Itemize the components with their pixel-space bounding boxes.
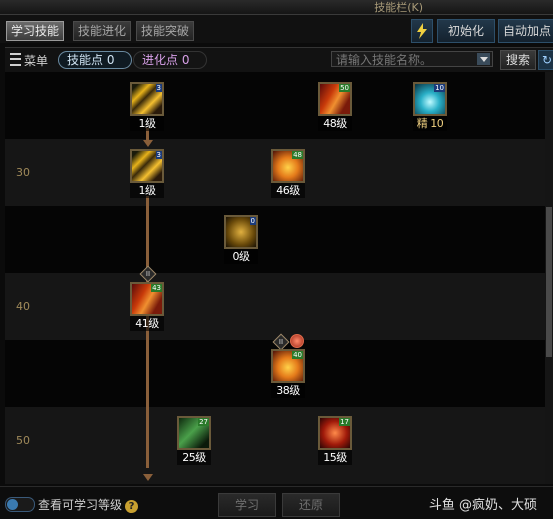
- skill-level: 1级: [130, 115, 164, 131]
- refresh-icon[interactable]: ↻: [538, 50, 553, 70]
- show-learnable-label: 查看可学习等级?: [38, 496, 139, 513]
- tab-learn-skill[interactable]: 学习技能: [6, 21, 65, 41]
- skill-level: 1级: [130, 182, 164, 198]
- skill-slot[interactable]: 50 48级: [318, 82, 352, 131]
- arrow-down-icon: [143, 140, 153, 147]
- lightning-icon[interactable]: [411, 19, 433, 43]
- skill-points-badge: 技能点 0: [58, 51, 132, 69]
- lightning-skill-icon: 3: [130, 82, 164, 116]
- skill-slot[interactable]: 27 25级: [177, 416, 211, 465]
- tree-row: 50: [5, 407, 545, 484]
- watermark: 斗鱼 @疯奶、大硕: [428, 498, 537, 513]
- level-label: 30: [16, 166, 30, 179]
- restore-button[interactable]: 还原: [282, 493, 340, 517]
- swirl-icon: [290, 334, 304, 348]
- level-label: 40: [16, 300, 30, 313]
- claw-skill-icon: 48: [271, 149, 305, 183]
- footer: 查看可学习等级? 学习 还原 斗鱼 @疯奶、大硕: [0, 486, 553, 519]
- skill-level: 38级: [271, 382, 305, 398]
- skill-slot[interactable]: 43 41级: [130, 282, 164, 331]
- search-button[interactable]: 搜索: [500, 50, 536, 70]
- skill-level: 46级: [271, 182, 305, 198]
- level-label: 50: [16, 434, 30, 447]
- skill-level: 48级: [318, 115, 352, 131]
- learn-button[interactable]: 学习: [218, 493, 276, 517]
- arrow-down-icon: [143, 474, 153, 481]
- skill-level: 0级: [224, 248, 258, 264]
- skill-slot[interactable]: 3 1级: [130, 149, 164, 198]
- toolbar: 菜单 技能点 0 进化点 0 搜索 ↻: [5, 47, 553, 72]
- show-learnable-toggle[interactable]: [5, 497, 35, 512]
- lightning-skill-icon: 3: [130, 149, 164, 183]
- tab-skill-evolution[interactable]: 技能进化: [73, 21, 132, 41]
- search-box: [331, 51, 493, 67]
- window-title: 技能栏(K): [374, 1, 423, 14]
- burst-skill-icon: 0: [224, 215, 258, 249]
- tab-skill-breakthrough[interactable]: 技能突破: [136, 21, 195, 41]
- help-icon[interactable]: ?: [125, 500, 139, 513]
- eye-skill-icon: 17: [318, 416, 352, 450]
- scrollbar-thumb[interactable]: [546, 207, 552, 357]
- evolution-points-badge: 进化点 0: [133, 51, 207, 69]
- connector-line: [146, 196, 149, 468]
- flame-skill-icon: 43: [130, 282, 164, 316]
- skill-slot[interactable]: 0 0级: [224, 215, 258, 264]
- title-bar: 技能栏(K): [0, 0, 553, 15]
- auto-assign-button[interactable]: 自动加点: [498, 19, 553, 43]
- slash-skill-icon: 50: [318, 82, 352, 116]
- skill-slot[interactable]: 10 精 10: [413, 82, 447, 131]
- tree-row: [5, 72, 545, 139]
- mask-skill-icon: 27: [177, 416, 211, 450]
- water-skill-icon: 10: [413, 82, 447, 116]
- skill-level: 精 10: [413, 115, 447, 131]
- scrollbar[interactable]: [545, 72, 553, 484]
- skill-level: 15级: [318, 449, 352, 465]
- skill-level: 41级: [130, 315, 164, 331]
- dropdown-arrow-icon[interactable]: [477, 53, 490, 65]
- menu-icon: [10, 53, 21, 66]
- skill-slot[interactable]: 40 38级: [271, 349, 305, 398]
- skill-level: 25级: [177, 449, 211, 465]
- skill-slot[interactable]: 17 15级: [318, 416, 352, 465]
- skill-slot[interactable]: 48 46级: [271, 149, 305, 198]
- jaw-skill-icon: 40: [271, 349, 305, 383]
- tree-row: 40: [5, 273, 545, 340]
- search-input[interactable]: [336, 53, 476, 67]
- menu-button[interactable]: 菜单: [10, 52, 48, 69]
- tree-row: [5, 206, 545, 273]
- skill-slot[interactable]: 3 1级: [130, 82, 164, 131]
- skill-tree[interactable]: 30 40 50 II II 3 1级 50 48级 10 精 10 3 1级 …: [5, 72, 545, 484]
- init-button[interactable]: 初始化: [437, 19, 495, 43]
